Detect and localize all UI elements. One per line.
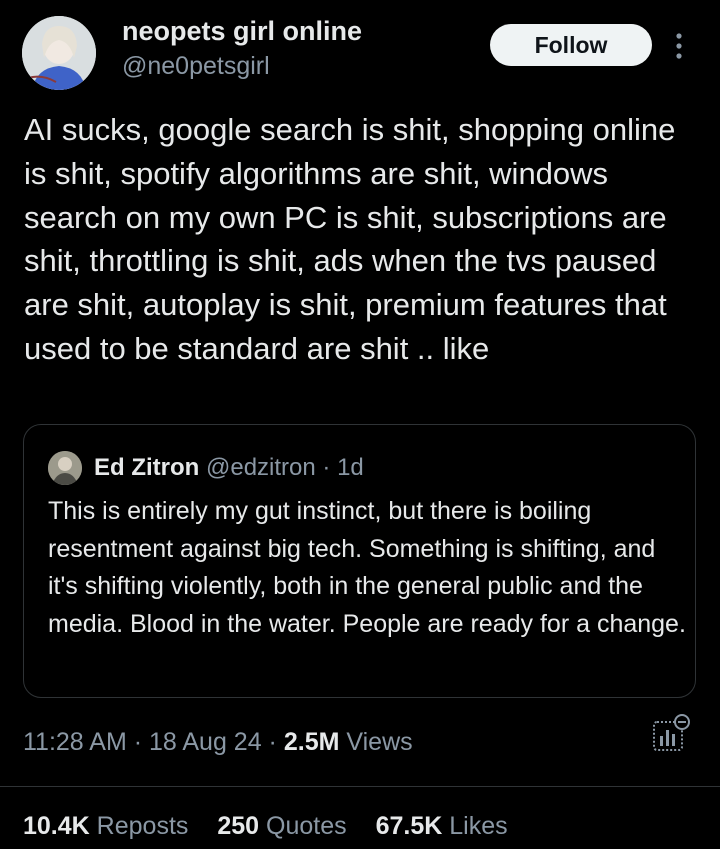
- post-time: 11:28 AM: [23, 728, 127, 756]
- quote-author-avatar: [48, 451, 82, 485]
- author-name[interactable]: neopets girl online: [122, 16, 362, 47]
- reposts-label: Reposts: [96, 812, 189, 840]
- quotes-count: 250: [217, 812, 260, 840]
- views-label: Views: [346, 728, 413, 756]
- post-metadata: 11:28 AM · 18 Aug 24 · 2.5M Views: [23, 728, 413, 757]
- quotes-stat[interactable]: 250 Quotes: [217, 812, 346, 840]
- quote-age: · 1d: [322, 454, 364, 481]
- likes-count: 67.5K: [375, 812, 443, 840]
- reposts-count: 10.4K: [23, 812, 90, 840]
- engagement-stats: 10.4K Reposts 250 Quotes 67.5K Likes: [23, 812, 530, 841]
- analytics-icon[interactable]: [650, 712, 690, 756]
- quoted-post-card[interactable]: Ed Zitron @edzitron · 1d This is entirel…: [23, 424, 696, 698]
- views-count: 2.5M: [283, 728, 340, 756]
- reposts-stat[interactable]: 10.4K Reposts: [23, 812, 188, 840]
- post-text: AI sucks, google search is shit, shoppin…: [24, 112, 676, 366]
- follow-button[interactable]: Follow: [490, 24, 652, 66]
- quote-author-name: Ed Zitron: [94, 454, 200, 481]
- quote-text: This is entirely my gut instinct, but th…: [48, 497, 686, 638]
- quotes-label: Quotes: [266, 812, 347, 840]
- post-date: · 18 Aug 24 ·: [133, 728, 277, 756]
- more-vertical-icon[interactable]: [664, 30, 694, 64]
- quote-author-handle: @edzitron: [206, 454, 316, 481]
- divider: [0, 786, 720, 787]
- likes-label: Likes: [449, 812, 508, 840]
- author-handle[interactable]: @ne0petsgirl: [122, 52, 270, 81]
- quote-header: Ed Zitron @edzitron · 1d: [94, 451, 364, 485]
- author-avatar[interactable]: [22, 16, 96, 90]
- likes-stat[interactable]: 67.5K Likes: [376, 812, 508, 840]
